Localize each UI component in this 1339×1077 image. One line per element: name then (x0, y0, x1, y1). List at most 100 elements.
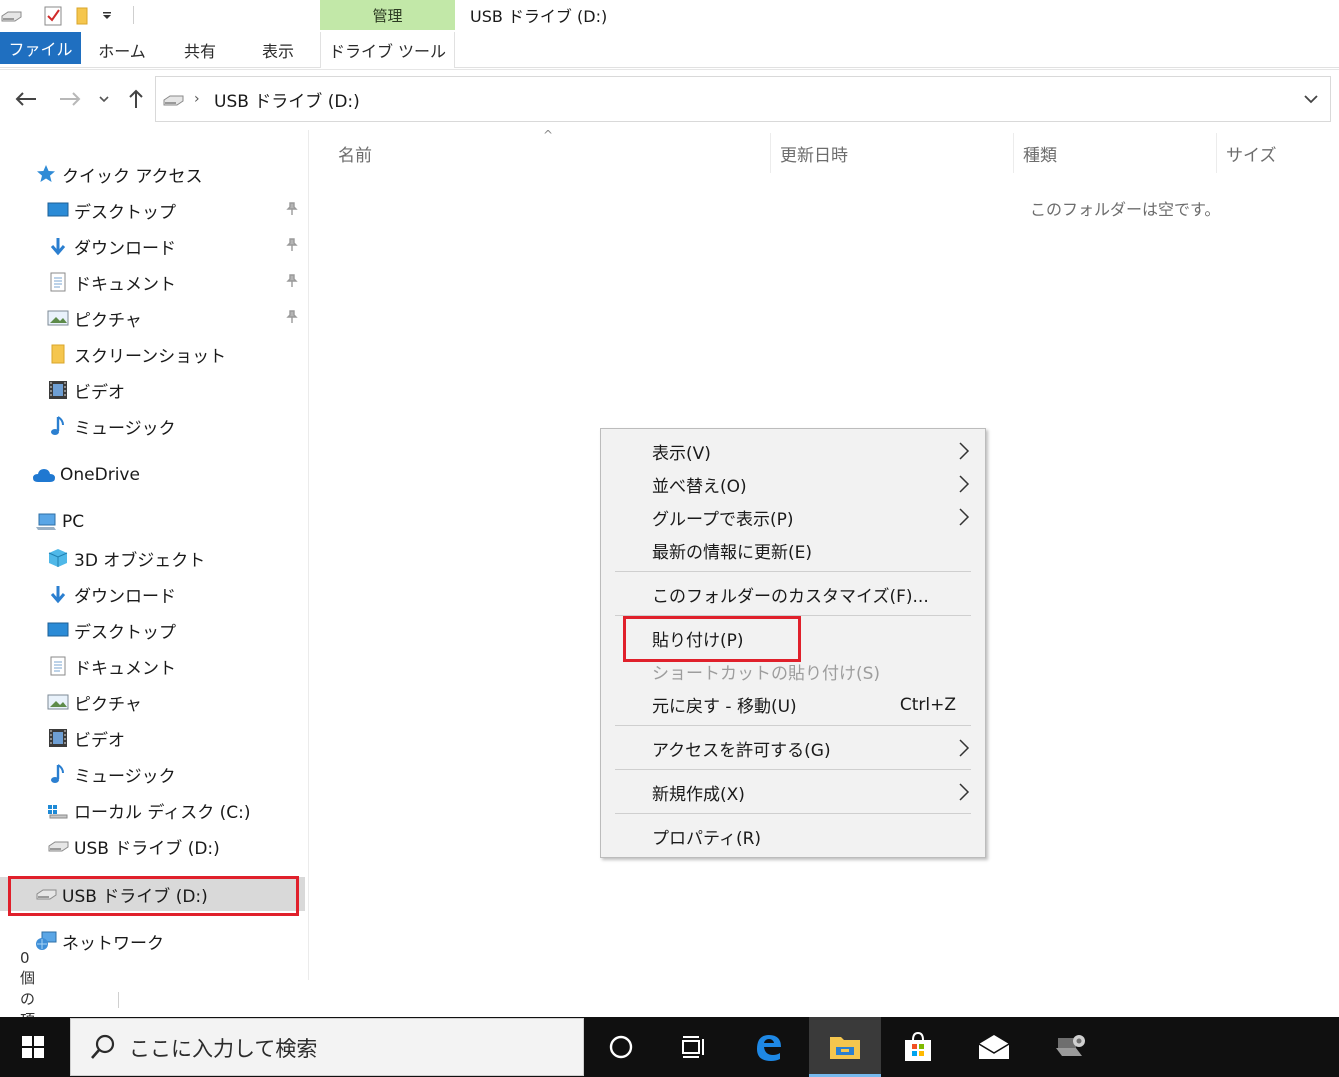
menu-item-properties[interactable]: プロパティ(R) (602, 820, 984, 853)
menu-label: ショートカットの貼り付け(S) (652, 664, 881, 684)
task-view-button[interactable] (657, 1017, 729, 1077)
drive-icon[interactable] (0, 5, 22, 27)
chevron-right-icon (959, 508, 970, 526)
nav-pc-3d-objects[interactable]: 3D オブジェクト (0, 541, 305, 575)
nav-label: ネットワーク (62, 933, 164, 954)
taskbar-search-box[interactable]: ここに入力して検索 (70, 1018, 584, 1076)
menu-item-customize[interactable]: このフォルダーのカスタマイズ(F)... (602, 578, 984, 611)
nav-label: ピクチャ (74, 694, 142, 715)
edge-button[interactable] (733, 1017, 805, 1077)
nav-quick-downloads[interactable]: ダウンロード (0, 229, 305, 263)
forward-arrow-icon (60, 92, 81, 106)
tab-file[interactable]: ファイル (0, 32, 81, 64)
menu-separator (615, 769, 971, 770)
mail-icon (978, 1035, 1010, 1059)
3d-objects-icon (46, 547, 70, 569)
nav-pc-videos[interactable]: ビデオ (0, 721, 305, 755)
nav-network[interactable]: ネットワーク (0, 924, 305, 958)
nav-pc-pictures[interactable]: ピクチャ (0, 685, 305, 719)
column-header-size[interactable]: サイズ (1226, 133, 1336, 173)
new-folder-icon[interactable] (72, 5, 94, 27)
nav-quick-screenshots[interactable]: スクリーンショット (0, 337, 305, 371)
menu-item-undo[interactable]: 元に戻す - 移動(U) Ctrl+Z (602, 688, 984, 721)
nav-quick-pictures[interactable]: ピクチャ (0, 301, 305, 335)
desktop-icon (46, 619, 70, 641)
menu-label: アクセスを許可する(G) (652, 741, 831, 761)
local-disk-icon (46, 799, 70, 821)
nav-label: ミュージック (74, 418, 176, 439)
nav-label: PC (62, 512, 85, 532)
column-header-modified[interactable]: 更新日時 (780, 133, 1010, 173)
pinned-app-button[interactable] (1034, 1017, 1106, 1077)
mail-button[interactable] (958, 1017, 1030, 1077)
nav-pc-downloads[interactable]: ダウンロード (0, 577, 305, 611)
up-button[interactable] (122, 84, 150, 114)
chevron-down-icon (1304, 94, 1318, 103)
nav-label: OneDrive (60, 465, 140, 485)
tab-drive-tools[interactable]: ドライブ ツール (320, 32, 455, 68)
ribbon-tabs: ファイル ホーム 共有 表示 ドライブ ツール (0, 32, 1339, 68)
chevron-right-icon (959, 475, 970, 493)
nav-quick-desktop[interactable]: デスクトップ (0, 193, 305, 227)
pin-icon[interactable] (285, 310, 299, 324)
network-icon (34, 930, 58, 952)
menu-item-group[interactable]: グループで表示(P) (602, 501, 984, 534)
column-separator[interactable] (1216, 133, 1217, 173)
forward-button[interactable] (56, 84, 84, 114)
nav-quick-documents[interactable]: ドキュメント (0, 265, 305, 299)
address-bar[interactable]: › USB ドライブ (D:) (155, 76, 1331, 122)
microsoft-store-button[interactable] (882, 1017, 954, 1077)
recent-locations-button[interactable] (92, 84, 116, 114)
nav-pc-usb-drive[interactable]: USB ドライブ (D:) (0, 829, 305, 863)
nav-quick-access[interactable]: クイック アクセス (0, 157, 305, 191)
menu-separator (615, 571, 971, 572)
menu-item-new[interactable]: 新規作成(X) (602, 776, 984, 809)
properties-icon[interactable] (42, 5, 64, 27)
file-explorer-button[interactable] (809, 1017, 881, 1077)
file-explorer-icon (830, 1037, 860, 1059)
nav-quick-music[interactable]: ミュージック (0, 409, 305, 443)
pin-icon[interactable] (285, 202, 299, 216)
picture-icon (46, 307, 70, 329)
back-button[interactable] (12, 84, 40, 114)
tab-view[interactable]: 表示 (246, 32, 310, 68)
customize-dropdown-icon[interactable] (96, 5, 118, 27)
column-header-name[interactable]: 名前 (338, 133, 768, 173)
taskbar: ここに入力して検索 (0, 1017, 1339, 1077)
nav-label: デスクトップ (74, 622, 176, 643)
nav-label: USB ドライブ (D:) (74, 838, 220, 859)
nav-pc-documents[interactable]: ドキュメント (0, 649, 305, 683)
column-separator[interactable] (770, 133, 771, 173)
menu-label: 新規作成(X) (652, 785, 745, 805)
navigation-bar: › USB ドライブ (D:) (0, 76, 1339, 122)
breadcrumb-chevron-icon[interactable]: › (194, 77, 200, 121)
column-separator[interactable] (1013, 133, 1014, 173)
menu-item-refresh[interactable]: 最新の情報に更新(E) (602, 534, 984, 567)
nav-label: ローカル ディスク (C:) (74, 802, 251, 823)
pin-icon[interactable] (285, 274, 299, 288)
menu-item-view[interactable]: 表示(V) (602, 435, 984, 468)
nav-pc-music[interactable]: ミュージック (0, 757, 305, 791)
download-icon (46, 235, 70, 257)
nav-onedrive[interactable]: OneDrive (0, 458, 305, 492)
tab-home[interactable]: ホーム (90, 32, 154, 68)
start-button[interactable] (0, 1017, 66, 1077)
tab-share[interactable]: 共有 (168, 32, 232, 68)
menu-item-sort[interactable]: 並べ替え(O) (602, 468, 984, 501)
desktop-icon (46, 199, 70, 221)
menu-item-give-access[interactable]: アクセスを許可する(G) (602, 732, 984, 765)
nav-pc-desktop[interactable]: デスクトップ (0, 613, 305, 647)
cortana-button[interactable] (585, 1017, 657, 1077)
picture-icon (46, 691, 70, 713)
nav-pc-local-disk[interactable]: ローカル ディスク (C:) (0, 793, 305, 827)
music-icon (46, 415, 70, 437)
column-header-type[interactable]: 種類 (1023, 133, 1213, 173)
nav-quick-videos[interactable]: ビデオ (0, 373, 305, 407)
windows-logo-icon (22, 1036, 44, 1058)
folder-icon (46, 343, 70, 365)
nav-label: 3D オブジェクト (74, 550, 206, 571)
pin-icon[interactable] (285, 238, 299, 252)
menu-label: グループで表示(P) (652, 510, 794, 530)
nav-pc[interactable]: PC (0, 505, 305, 539)
address-dropdown-button[interactable] (1304, 77, 1318, 121)
